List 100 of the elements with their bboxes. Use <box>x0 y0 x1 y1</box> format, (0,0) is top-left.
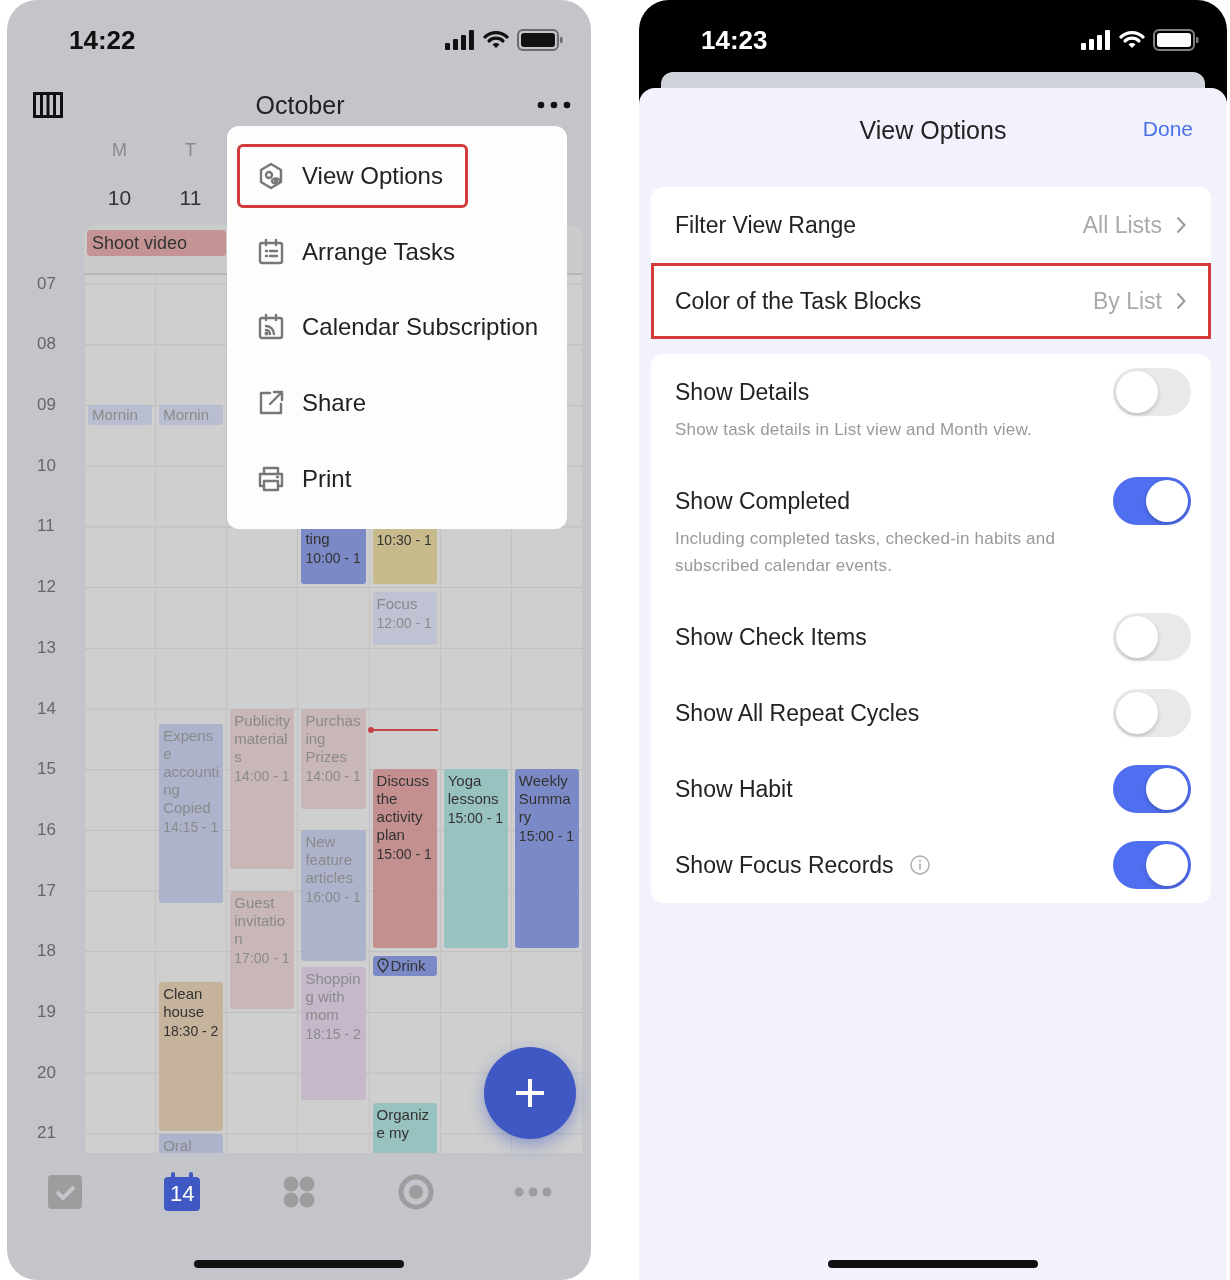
more-icon[interactable] <box>537 101 571 109</box>
setting-label: Show Check Items <box>675 623 867 651</box>
event-time: 10:00 - 1 <box>305 548 362 568</box>
hour-label: 19 <box>36 1000 57 1023</box>
hour-label: 08 <box>36 333 57 356</box>
date-label: 11 <box>178 185 203 210</box>
setting-description: Including completed tasks, checked-in habits and subscribed calendar events. <box>675 528 1057 577</box>
event-time: 14:15 - 1 <box>163 817 220 837</box>
setting-description: Show task details in List view and Month view. <box>675 419 1033 441</box>
event-title: Weekly Summary <box>518 772 572 827</box>
toggle-switch[interactable] <box>1113 841 1191 889</box>
more-icon <box>513 1186 552 1197</box>
event-title: Organize my <box>376 1106 431 1143</box>
settings-row[interactable]: Color of the Task Blocks By List <box>651 263 1211 339</box>
event-title: Yoga lessons <box>447 772 500 809</box>
hour-label: 11 <box>36 515 56 538</box>
event-time: 14:00 - 1 <box>305 766 362 786</box>
wifi-icon <box>1119 30 1145 50</box>
event-time: 17:00 - 1 <box>234 948 291 968</box>
setting-value: By List <box>1092 287 1162 315</box>
hour-label: 10 <box>36 454 57 477</box>
event-title: Shopping with mom <box>305 969 362 1024</box>
event-time: 12:00 - 1 <box>376 614 433 634</box>
toggle-switch[interactable] <box>1113 477 1191 525</box>
weekday-label: M <box>111 139 128 161</box>
event-title: Expense accounting Copied <box>163 726 220 817</box>
pin-clock-icon <box>376 958 389 974</box>
current-time-line <box>369 728 438 731</box>
status-time: 14:22 <box>69 24 136 56</box>
chevron-right-icon <box>1176 216 1186 234</box>
event-title: Publicity materials <box>234 711 291 766</box>
all-day-event: Shoot video <box>87 230 226 256</box>
checkbox-icon <box>48 1174 83 1209</box>
event-title: ting <box>305 529 331 548</box>
event-title: New feature articles <box>305 833 354 887</box>
event-chip: Mornin <box>88 405 153 425</box>
event-time: 10:30 - 1 <box>376 530 433 550</box>
toggle-switch[interactable] <box>1113 765 1191 813</box>
chevron-right-icon <box>1176 292 1186 310</box>
hour-label: 16 <box>36 818 57 841</box>
signal-icon <box>1081 30 1111 50</box>
hour-label: 18 <box>36 940 57 963</box>
calendar-list-icon <box>256 236 286 267</box>
hour-label: 13 <box>36 636 57 659</box>
sheet-title: View Options <box>859 115 1007 145</box>
event-time: 15:00 - 1 <box>518 827 575 847</box>
menu-item[interactable]: Calendar Subscription <box>237 295 564 360</box>
menu-item[interactable]: View Options <box>237 144 468 208</box>
hour-label: 14 <box>36 697 57 720</box>
hour-label: 07 <box>36 275 57 295</box>
toggle-switch[interactable] <box>1113 689 1191 737</box>
event-title: Oral <box>163 1136 193 1153</box>
setting-label: Show All Repeat Cycles <box>675 699 920 727</box>
event-time: 15:00 - 1 <box>376 845 433 865</box>
hour-label: 17 <box>36 879 57 902</box>
menu-item[interactable]: Share <box>237 371 392 436</box>
event-time: 18:30 - 2 <box>163 1021 220 1041</box>
setting-label: Show Focus Records <box>675 851 894 879</box>
setting-label: Show Habit <box>675 775 793 803</box>
info-icon[interactable] <box>909 855 930 875</box>
toggle-switch[interactable] <box>1113 368 1191 416</box>
menu-item[interactable]: Arrange Tasks <box>237 219 480 284</box>
grid-circles-icon <box>282 1174 316 1209</box>
status-time: 14:23 <box>701 24 768 56</box>
wifi-icon <box>483 30 509 50</box>
setting-label: Show Details <box>675 378 810 406</box>
setting-label: Color of the Task Blocks <box>675 287 922 315</box>
weekday-label: T <box>184 139 197 161</box>
battery-icon <box>1153 29 1199 51</box>
event-title: Focus <box>376 595 419 614</box>
plus-icon <box>514 1077 546 1109</box>
event-title: Discuss the activity plan <box>376 772 431 845</box>
event-chip: Mornin <box>159 405 224 425</box>
month-title: October <box>255 90 345 120</box>
event-time: 15:00 - 1 <box>447 809 504 829</box>
menu-item[interactable]: Print <box>237 447 377 511</box>
signal-icon <box>445 30 475 50</box>
event-time: 14:00 - 1 <box>234 766 291 786</box>
target-icon <box>397 1173 434 1210</box>
date-label: 10 <box>106 185 133 210</box>
setting-value: All Lists <box>1082 211 1162 239</box>
hour-label: 09 <box>36 394 57 417</box>
done-button[interactable]: Done <box>1136 116 1199 142</box>
settings-row[interactable]: Filter View Range All Lists <box>651 187 1211 263</box>
event-title: Drink <box>390 956 426 976</box>
hour-label: 21 <box>36 1122 57 1145</box>
hour-label: 12 <box>36 576 57 599</box>
event-time: 18:15 - 2 <box>305 1024 362 1044</box>
setting-label: Show Completed <box>675 487 851 515</box>
setting-label: Filter View Range <box>675 211 857 239</box>
columns-icon[interactable] <box>33 92 63 118</box>
hour-label: 20 <box>36 1061 57 1084</box>
event-title: Guest invitation <box>234 893 287 948</box>
event-title: Clean house <box>163 984 205 1021</box>
battery-icon <box>517 29 563 51</box>
hour-label: 15 <box>36 758 57 781</box>
event-time: 16:00 - 1 <box>305 888 362 907</box>
toggle-switch[interactable] <box>1113 613 1191 661</box>
event-title: Purchasing Prizes <box>305 711 362 766</box>
calendar-tab[interactable]: 14 <box>123 1163 241 1220</box>
